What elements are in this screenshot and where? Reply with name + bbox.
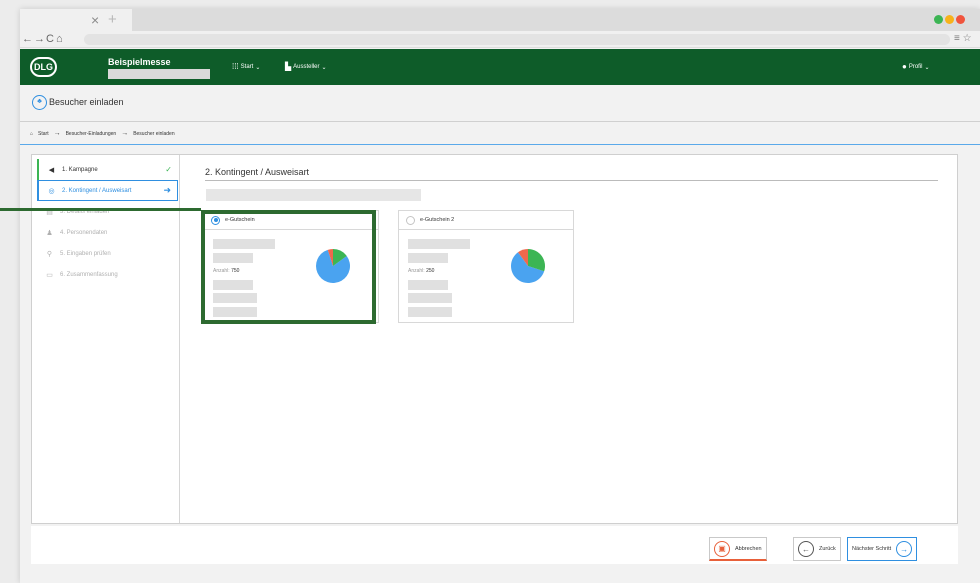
- grid-icon: ⁞⁞⁞: [232, 62, 239, 71]
- step-kampagne[interactable]: ◀ 1. Kampagne ✓: [37, 159, 178, 180]
- page-title: Besucher einladen: [49, 97, 124, 107]
- breadcrumb-item-current: Besucher einladen: [133, 130, 175, 137]
- step-label: 1. Kampagne: [62, 166, 98, 173]
- next-step-button[interactable]: Nächster Schritt →: [847, 537, 918, 561]
- chevron-down-icon: ⌄: [255, 64, 261, 71]
- header-divider: [20, 144, 980, 145]
- step-details: ▤ 3. Details einladen: [37, 201, 178, 222]
- home-icon[interactable]: ⌂: [30, 131, 33, 137]
- forward-arrow-icon[interactable]: →: [34, 32, 45, 46]
- dlg-logo[interactable]: DLG: [30, 57, 57, 77]
- option-card-header[interactable]: e-Gutschein 2: [399, 211, 573, 230]
- text-placeholder: [408, 280, 448, 290]
- back-label: Zurück: [819, 546, 836, 552]
- new-tab-icon[interactable]: +: [108, 12, 117, 28]
- exhibitor-icon: ▙: [285, 62, 292, 71]
- window-dot-red-icon[interactable]: [956, 15, 965, 24]
- app-header: DLG Beispielmesse ⁞⁞⁞ Start ⌄ ▙ Ausstell…: [20, 49, 980, 85]
- chevron-down-icon: ⌄: [321, 64, 327, 71]
- next-label: Nächster Schritt: [852, 546, 892, 552]
- megaphone-icon: ◀: [48, 166, 55, 174]
- wizard-footer: ▣ Abbrechen ← Zurück Nächster Schritt →: [31, 526, 958, 564]
- window-dot-green-icon[interactable]: [934, 15, 943, 24]
- step-label: 2. Kontingent / Ausweisart: [62, 187, 132, 194]
- reload-icon[interactable]: C: [46, 32, 54, 46]
- close-tab-icon[interactable]: ×: [91, 12, 99, 28]
- step-label: 4. Personendaten: [60, 229, 108, 236]
- fair-name: Beispielmesse: [108, 57, 171, 67]
- text-placeholder: [408, 293, 452, 303]
- url-field[interactable]: [84, 34, 950, 45]
- browser-tabbar: × +: [20, 9, 980, 31]
- nav-start[interactable]: ⁞⁞⁞ Start ⌄: [232, 63, 260, 71]
- nav-profile[interactable]: ● Profil ⌄: [902, 63, 930, 71]
- option-card-egutschein-2[interactable]: e-Gutschein 2 Anzahl: 250: [398, 210, 574, 323]
- arrow-left-icon: ←: [798, 541, 814, 557]
- section-divider: [205, 180, 938, 181]
- cancel-button[interactable]: ▣ Abbrechen: [709, 537, 767, 561]
- browser-menu-icon[interactable]: ≡ ☆: [954, 32, 972, 46]
- arrow-right-icon: →: [896, 541, 913, 557]
- selected-option-highlight: [201, 210, 376, 324]
- browser-window: × + ← → C ⌂ ≡ ☆ DLG Beispielmesse ⁞⁞⁞ St…: [20, 9, 980, 583]
- radio-button[interactable]: [406, 215, 415, 225]
- checkmark-icon: ✓: [165, 165, 172, 174]
- anzahl-text: Anzahl: 250: [408, 268, 434, 274]
- callout-line: [0, 208, 201, 211]
- arrow-right-icon: →: [121, 130, 129, 137]
- step-label: 6. Zusammenfassung: [60, 271, 118, 278]
- nav-aussteller[interactable]: ▙ Aussteller ⌄: [285, 63, 327, 71]
- option-label: e-Gutschein 2: [420, 217, 455, 223]
- arrow-right-icon: ➜: [163, 185, 171, 195]
- address-bar: ← → C ⌂ ≡ ☆: [20, 31, 980, 48]
- anzahl-value: 250: [426, 268, 435, 274]
- back-button[interactable]: ← Zurück: [793, 537, 841, 561]
- section-description-placeholder: [206, 189, 421, 201]
- nav-profile-label: Profil: [908, 64, 923, 70]
- step-eingaben: ⚲ 5. Eingaben prüfen: [37, 243, 178, 264]
- step-zusammenfassung: ▭ 6. Zusammenfassung: [37, 264, 178, 285]
- search-icon: ⚲: [46, 250, 53, 258]
- text-placeholder: [408, 239, 470, 249]
- window-dot-yellow-icon[interactable]: [945, 15, 954, 24]
- cancel-icon: ▣: [714, 540, 730, 557]
- breadcrumb-item-invitations[interactable]: Besucher-Einladungen: [66, 131, 117, 137]
- anzahl-label: Anzahl:: [408, 268, 425, 274]
- section-title: 2. Kontingent / Ausweisart: [205, 167, 310, 177]
- step-label: 5. Eingaben prüfen: [60, 250, 111, 257]
- page-title-row: ♣ Besucher einladen: [20, 85, 980, 122]
- user-icon: ●: [902, 62, 907, 71]
- step-personendaten: ♟ 4. Personendaten: [37, 222, 178, 243]
- fair-subtitle-placeholder: [108, 69, 210, 79]
- quota-pie-chart: [511, 249, 545, 283]
- visitor-invite-icon: ♣: [32, 95, 47, 110]
- chevron-down-icon: ⌄: [924, 64, 930, 71]
- breadcrumb: ⌂ Start → Besucher-Einladungen → Besuche…: [30, 130, 175, 137]
- text-placeholder: [408, 253, 448, 263]
- step-kontingent[interactable]: ◎ 2. Kontingent / Ausweisart ➜: [37, 180, 178, 201]
- text-placeholder: [408, 307, 452, 317]
- home-icon[interactable]: ⌂: [56, 32, 63, 46]
- person-icon: ♟: [46, 229, 53, 237]
- back-arrow-icon[interactable]: ←: [22, 32, 33, 46]
- breadcrumb-item-start[interactable]: Start: [38, 131, 49, 137]
- cancel-label: Abbrechen: [735, 545, 762, 552]
- nav-start-label: Start: [240, 64, 254, 70]
- ticket-icon: ◎: [48, 187, 55, 195]
- arrow-right-icon: →: [53, 130, 61, 137]
- nav-aussteller-label: Aussteller: [293, 64, 320, 70]
- summary-icon: ▭: [46, 271, 53, 279]
